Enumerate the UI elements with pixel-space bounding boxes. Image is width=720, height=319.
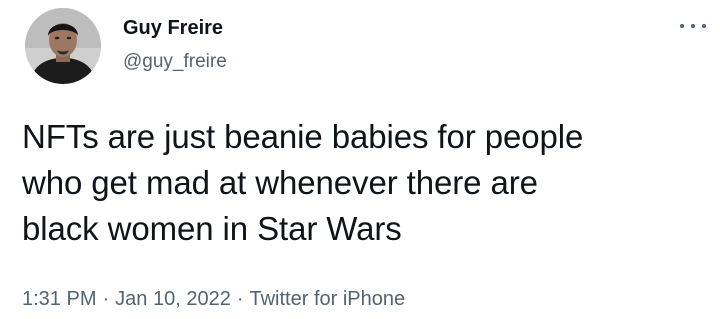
user-handle[interactable]: @guy_freire (123, 51, 227, 73)
tweet-text: NFTs are just beanie babies for people w… (22, 118, 584, 247)
more-dot (680, 24, 684, 28)
user-info: Guy Freire @guy_freire (123, 16, 227, 73)
meta-separator: · (102, 288, 110, 310)
more-options-icon[interactable] (680, 20, 706, 32)
tweet-source[interactable]: Twitter for iPhone (249, 288, 405, 310)
avatar[interactable] (25, 8, 101, 84)
tweet-card: Guy Freire @guy_freire NFTs are just bea… (0, 0, 720, 319)
avatar-photo (25, 8, 101, 84)
more-dot (702, 24, 706, 28)
meta-separator: · (236, 288, 244, 310)
tweet-date[interactable]: Jan 10, 2022 (115, 288, 231, 310)
tweet-time[interactable]: 1:31 PM (22, 288, 96, 310)
display-name[interactable]: Guy Freire (123, 16, 227, 40)
tweet-metadata: 1:31 PM · Jan 10, 2022 · Twitter for iPhone (22, 287, 405, 311)
more-dot (691, 24, 695, 28)
